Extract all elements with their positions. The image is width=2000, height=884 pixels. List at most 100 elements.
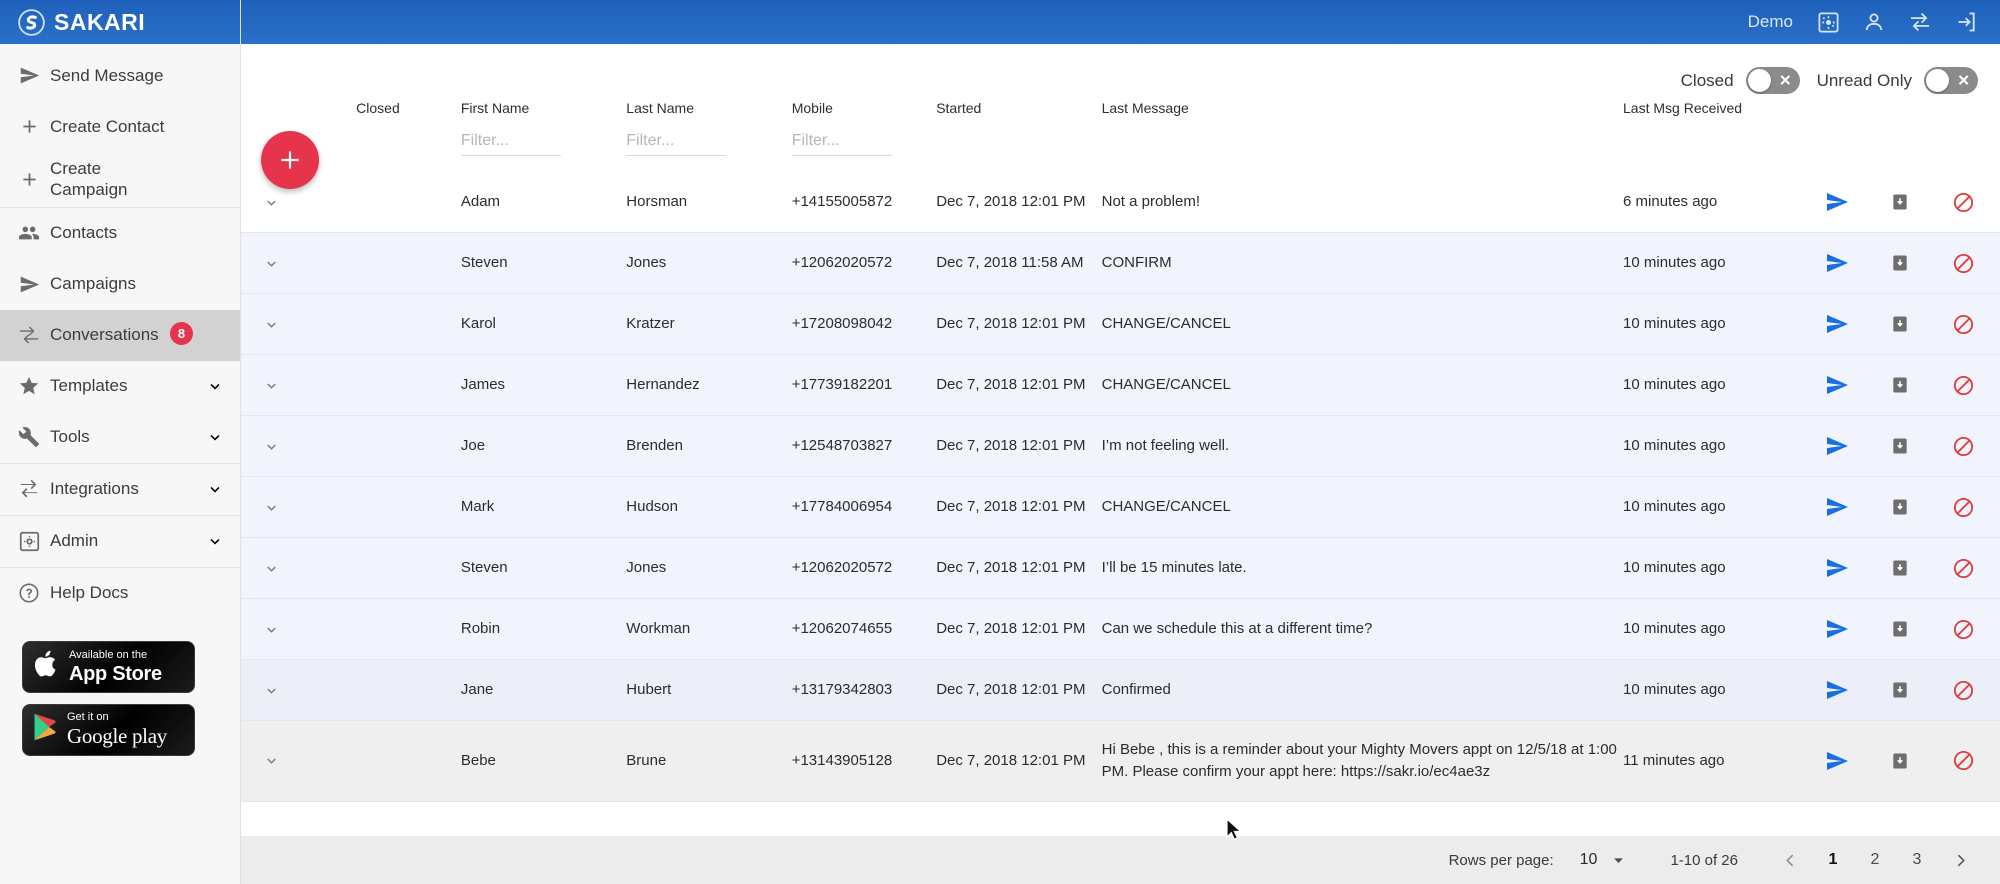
col-header-last-msg-received[interactable]: Last Msg Received xyxy=(1623,96,1811,130)
sidebar-item-help-docs[interactable]: Help Docs xyxy=(0,568,240,619)
row-expand-toggle[interactable] xyxy=(241,416,356,477)
sidebar-item-tools[interactable]: Tools xyxy=(0,412,240,463)
filter-cell-last-message xyxy=(1102,130,1623,172)
archive-action-icon[interactable] xyxy=(1874,750,1926,772)
block-action-icon[interactable] xyxy=(1937,496,1989,519)
block-action-icon[interactable] xyxy=(1937,252,1989,275)
brand-header[interactable]: SAKARI xyxy=(0,0,240,44)
block-action-icon[interactable] xyxy=(1937,679,1989,702)
sidebar-item-send-message[interactable]: Send Message xyxy=(0,50,240,101)
user-account-icon[interactable] xyxy=(1862,10,1886,34)
archive-action-icon[interactable] xyxy=(1874,191,1926,213)
pagination-page-2[interactable]: 2 xyxy=(1854,840,1896,880)
archive-action-icon[interactable] xyxy=(1874,618,1926,640)
table-row[interactable]: Adam Horsman +14155005872 Dec 7, 2018 12:01… xyxy=(241,172,2000,233)
sidebar-item-integrations[interactable]: Integrations xyxy=(0,464,240,515)
pagination-bar: Rows per page: 10 1-10 of 26 1 2 3 xyxy=(241,836,2000,884)
row-expand-toggle[interactable] xyxy=(241,294,356,355)
last-name-filter-input[interactable] xyxy=(626,130,727,156)
table-row[interactable]: Karol Kratzer +17208098042 Dec 7, 2018 12:0… xyxy=(241,293,2000,355)
archive-action-icon[interactable] xyxy=(1874,374,1926,396)
table-row[interactable]: James Hernandez +17739182201 Dec 7, 2018 12… xyxy=(241,354,2000,416)
block-action-icon[interactable] xyxy=(1937,374,1989,397)
row-action-cell xyxy=(1874,233,1937,294)
table-row[interactable]: Steven Jones +12062020572 Dec 7, 2018 12:01… xyxy=(241,537,2000,599)
chevron-left-icon[interactable] xyxy=(1768,840,1812,880)
new-conversation-button[interactable] xyxy=(261,131,319,189)
table-row[interactable]: Joe Brenden +12548703827 Dec 7, 2018 12:01 … xyxy=(241,415,2000,477)
send-message-action-icon[interactable] xyxy=(1811,251,1863,275)
row-expand-toggle[interactable] xyxy=(241,477,356,538)
chevron-right-icon[interactable] xyxy=(1938,840,1982,880)
block-action-icon[interactable] xyxy=(1937,618,1989,641)
archive-action-icon[interactable] xyxy=(1874,313,1926,335)
send-message-action-icon[interactable] xyxy=(1811,312,1863,336)
closed-toggle-switch[interactable]: ✕ xyxy=(1745,67,1800,94)
row-expand-toggle[interactable] xyxy=(241,599,356,660)
mobile-filter-input[interactable] xyxy=(791,130,892,156)
unread-only-toggle-group: Unread Only ✕ xyxy=(1817,67,1978,94)
col-header-mobile[interactable]: Mobile xyxy=(792,96,936,130)
table-row[interactable]: Robin Workman +12062074655 Dec 7, 2018 12:0… xyxy=(241,598,2000,660)
google-play-badge[interactable]: Get it on Google play xyxy=(22,703,195,756)
block-action-icon[interactable] xyxy=(1937,435,1989,458)
chevron-down-icon[interactable] xyxy=(206,480,226,498)
archive-action-icon[interactable] xyxy=(1874,496,1926,518)
table-row[interactable]: Bebe Brune +13143905128 Dec 7, 2018 12:01 P… xyxy=(241,720,2000,802)
send-message-action-icon[interactable] xyxy=(1811,678,1863,702)
app-store-badge[interactable]: Available on the App Store xyxy=(22,640,195,693)
send-message-action-icon[interactable] xyxy=(1811,749,1863,773)
send-message-action-icon[interactable] xyxy=(1811,190,1863,214)
row-expand-toggle[interactable] xyxy=(241,355,356,416)
col-header-started[interactable]: Started xyxy=(936,96,1101,130)
block-action-icon[interactable] xyxy=(1937,191,1989,214)
sidebar-item-contacts[interactable]: Contacts xyxy=(0,208,240,259)
chevron-down-icon[interactable] xyxy=(206,532,226,550)
archive-action-icon[interactable] xyxy=(1874,557,1926,579)
app-root: SAKARI Send Message Create Contact Creat… xyxy=(0,0,2000,884)
sidebar-nav: Send Message Create Contact Create Campa… xyxy=(0,44,240,884)
sidebar-item-conversations[interactable]: Conversations 8 xyxy=(0,309,240,361)
send-message-action-icon[interactable] xyxy=(1811,617,1863,641)
col-header-closed[interactable]: Closed xyxy=(356,96,461,130)
block-action-icon[interactable] xyxy=(1937,313,1989,336)
sidebar-item-campaigns[interactable]: Campaigns xyxy=(0,259,240,310)
row-expand-toggle[interactable] xyxy=(241,721,356,802)
archive-action-icon[interactable] xyxy=(1874,252,1926,274)
archive-action-icon[interactable] xyxy=(1874,679,1926,701)
row-expand-toggle[interactable] xyxy=(241,538,356,599)
rows-per-page-value[interactable]: 10 xyxy=(1580,851,1598,869)
sidebar-item-templates[interactable]: Templates xyxy=(0,361,240,412)
block-action-icon[interactable] xyxy=(1937,749,1989,772)
settings-gear-icon[interactable] xyxy=(1817,11,1840,34)
sidebar-item-create-contact[interactable]: Create Contact xyxy=(0,101,240,152)
table-row[interactable]: Steven Jones +12062020572 Dec 7, 2018 11:58… xyxy=(241,232,2000,294)
unread-only-toggle-switch[interactable]: ✕ xyxy=(1924,67,1978,94)
col-header-last-name[interactable]: Last Name xyxy=(626,96,791,130)
row-expand-toggle[interactable] xyxy=(241,660,356,721)
table-row[interactable]: Mark Hudson +17784006954 Dec 7, 2018 12:01 … xyxy=(241,476,2000,538)
pagination-page-3[interactable]: 3 xyxy=(1896,840,1938,880)
archive-action-icon[interactable] xyxy=(1874,435,1926,457)
row-expand-toggle[interactable] xyxy=(241,233,356,294)
chevron-down-icon[interactable] xyxy=(206,377,226,395)
send-message-action-icon[interactable] xyxy=(1811,495,1863,519)
sidebar-item-admin[interactable]: Admin xyxy=(0,516,240,567)
chevron-down-icon[interactable] xyxy=(206,428,226,446)
sidebar-item-label: Create Contact xyxy=(50,116,165,136)
pagination-page-1[interactable]: 1 xyxy=(1812,840,1854,880)
col-header-first-name[interactable]: First Name xyxy=(461,96,626,130)
logout-icon[interactable] xyxy=(1954,10,1978,34)
send-message-action-icon[interactable] xyxy=(1811,434,1863,458)
col-header-last-message[interactable]: Last Message xyxy=(1102,96,1623,130)
filter-cell-first-name xyxy=(460,130,626,172)
switch-account-icon[interactable] xyxy=(1908,10,1932,34)
rows-per-page-dropdown-caret-icon[interactable] xyxy=(1611,853,1626,868)
first-name-filter-input[interactable] xyxy=(460,130,561,156)
sidebar-item-create-campaign[interactable]: Create Campaign xyxy=(0,152,240,207)
send-message-action-icon[interactable] xyxy=(1811,373,1863,397)
block-action-icon[interactable] xyxy=(1937,557,1989,580)
closed-toggle-label: Closed xyxy=(1680,70,1734,90)
table-row[interactable]: Jane Hubert +13179342803 Dec 7, 2018 12:01 … xyxy=(241,659,2000,721)
send-message-action-icon[interactable] xyxy=(1811,556,1863,580)
